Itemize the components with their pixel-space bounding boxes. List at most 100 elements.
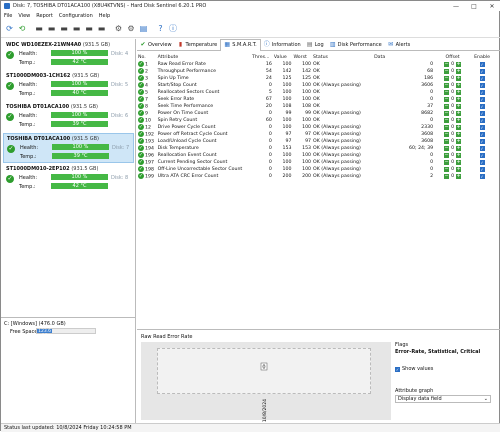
report-icon[interactable]: ▤ xyxy=(138,23,149,34)
maximize-button[interactable]: □ xyxy=(465,1,483,11)
offset-increase-button[interactable]: + xyxy=(456,139,462,144)
offset-decrease-button[interactable]: − xyxy=(444,167,450,172)
offset-increase-button[interactable]: + xyxy=(456,90,462,95)
offset-decrease-button[interactable]: − xyxy=(444,160,450,165)
menu-report[interactable]: Report xyxy=(36,13,53,19)
offset-increase-button[interactable]: + xyxy=(456,111,462,116)
offset-increase-button[interactable]: + xyxy=(456,132,462,137)
enable-checkbox[interactable]: ✓ xyxy=(479,82,485,88)
disk-icon[interactable]: ▬ xyxy=(84,23,95,34)
offset-decrease-button[interactable]: − xyxy=(444,125,450,130)
offset-increase-button[interactable]: + xyxy=(456,104,462,109)
offset-decrease-button[interactable]: − xyxy=(444,111,450,116)
enable-checkbox[interactable]: ✓ xyxy=(479,103,485,109)
menu-view[interactable]: View xyxy=(18,13,30,19)
disk-icon[interactable]: ▬ xyxy=(46,23,57,34)
offset-decrease-button[interactable]: − xyxy=(444,76,450,81)
help-icon[interactable]: ? xyxy=(155,23,166,34)
tab-temperature[interactable]: ▮ Temperature xyxy=(175,39,221,51)
disk-item[interactable]: ST1000DM003-1CH162 (931.5 GB) ✓ Health: … xyxy=(3,71,134,101)
col-offset[interactable]: Offset xyxy=(434,53,471,61)
enable-checkbox[interactable]: ✓ xyxy=(479,110,485,116)
table-row[interactable]: ✓ 4 Start/Stop Count 0 100 100 OK (Always pass… xyxy=(137,82,493,89)
tab-information[interactable]: ⓘ Information xyxy=(261,39,304,51)
col-no[interactable]: No. xyxy=(137,53,157,61)
disk-icon[interactable]: ▬ xyxy=(59,23,70,34)
menu-help[interactable]: Help xyxy=(99,13,110,19)
tab-log[interactable]: ▤ Log xyxy=(304,39,327,51)
offset-decrease-button[interactable]: − xyxy=(444,132,450,137)
offset-increase-button[interactable]: + xyxy=(456,69,462,74)
offset-decrease-button[interactable]: − xyxy=(444,139,450,144)
col-threshold[interactable]: Thres... xyxy=(251,53,273,61)
refresh-all-icon[interactable]: ⟲ xyxy=(17,23,28,34)
table-row[interactable]: ✓ 192 Power off Retract Cycle Count 0 97 97 OK… xyxy=(137,131,493,138)
table-row[interactable]: ✓ 2 Throughput Performance 54 142 142 OK 68−0 + ✓ xyxy=(137,68,493,75)
offset-increase-button[interactable]: + xyxy=(456,125,462,130)
offset-increase-button[interactable]: + xyxy=(456,146,462,151)
menu-configuration[interactable]: Configuration xyxy=(59,13,93,19)
table-row[interactable]: ✓ 199 Ultra ATA CRC Error Count 0 200 200 OK (… xyxy=(137,173,493,180)
offset-decrease-button[interactable]: − xyxy=(444,90,450,95)
enable-checkbox[interactable]: ✓ xyxy=(479,96,485,102)
checkbox-checked-icon[interactable]: ✓ xyxy=(395,366,400,372)
offset-decrease-button[interactable]: − xyxy=(444,118,450,123)
offset-decrease-button[interactable]: − xyxy=(444,69,450,74)
col-value[interactable]: Value xyxy=(273,53,293,61)
disk-item-selected[interactable]: TOSHIBA DT01ACA100 (931.5 GB) ✓ Health: … xyxy=(3,133,134,163)
offset-decrease-button[interactable]: − xyxy=(444,83,450,88)
table-row[interactable]: ✓ 198 Off-Line Uncorrectable Sector Count 0… xyxy=(137,166,493,173)
enable-checkbox[interactable]: ✓ xyxy=(479,145,485,151)
enable-checkbox[interactable]: ✓ xyxy=(479,159,485,165)
enable-checkbox[interactable]: ✓ xyxy=(479,117,485,123)
offset-decrease-button[interactable]: − xyxy=(444,104,450,109)
offset-increase-button[interactable]: + xyxy=(456,167,462,172)
col-status[interactable]: Status xyxy=(312,53,373,61)
minimize-button[interactable]: — xyxy=(447,1,465,11)
tab-overview[interactable]: ✔ Overview xyxy=(137,39,175,51)
table-row[interactable]: ✓ 5 Reallocated Sectors Count 5 100 100 OK 0−0 +… xyxy=(137,89,493,96)
table-row[interactable]: ✓ 10 Spin Retry Count 60 100 100 OK 0−0 + ✓ xyxy=(137,117,493,124)
enable-checkbox[interactable]: ✓ xyxy=(479,124,485,130)
offset-increase-button[interactable]: + xyxy=(456,174,462,179)
enable-checkbox[interactable]: ✓ xyxy=(479,61,485,67)
table-row[interactable]: ✓ 8 Seek Time Performance 20 108 108 OK 37−0 + ✓ xyxy=(137,103,493,110)
offset-decrease-button[interactable]: − xyxy=(444,146,450,151)
info-icon[interactable]: ⓘ xyxy=(168,23,179,34)
enable-checkbox[interactable]: ✓ xyxy=(479,75,485,81)
enable-checkbox[interactable]: ✓ xyxy=(479,173,485,179)
gear-icon[interactable]: ⚙ xyxy=(126,23,137,34)
offset-decrease-button[interactable]: − xyxy=(444,174,450,179)
offset-decrease-button[interactable]: − xyxy=(444,97,450,102)
col-worst[interactable]: Worst xyxy=(292,53,312,61)
enable-checkbox[interactable]: ✓ xyxy=(479,166,485,172)
table-row[interactable]: ✓ 9 Power On Time Count 0 99 99 OK (Always pas… xyxy=(137,110,493,117)
table-row[interactable]: ✓ 3 Spin Up Time 24 125 125 OK 186−0 + ✓ xyxy=(137,75,493,82)
offset-increase-button[interactable]: + xyxy=(456,83,462,88)
close-button[interactable]: ✕ xyxy=(483,1,500,11)
menu-file[interactable]: File xyxy=(4,13,12,19)
enable-checkbox[interactable]: ✓ xyxy=(479,152,485,158)
show-values-checkbox[interactable]: ✓ Show values xyxy=(395,366,433,372)
offset-increase-button[interactable]: + xyxy=(456,160,462,165)
offset-decrease-button[interactable]: − xyxy=(444,62,450,67)
disk-item[interactable]: WDC WD10EZEX-21WN4A0 (931.5 GB) ✓ Health… xyxy=(3,40,134,70)
attribute-graph-select[interactable]: Display data field ⌄ xyxy=(395,395,491,403)
disk-item[interactable]: TOSHIBA DT01ACA100 (931.5 GB) ✓ Health: … xyxy=(3,102,134,132)
table-row[interactable]: ✓ 7 Seek Error Rate 67 100 100 OK 0−0 + ✓ xyxy=(137,96,493,103)
table-row[interactable]: ✓ 197 Current Pending Sector Count 0 100 100 O… xyxy=(137,159,493,166)
table-row[interactable]: ✓ 1 Raw Read Error Rate 16 100 100 OK 0−0 + ✓ xyxy=(137,61,493,68)
tab-disk-performance[interactable]: ▥ Disk Performance xyxy=(327,39,385,51)
refresh-icon[interactable]: ⟳ xyxy=(4,23,15,34)
table-row[interactable]: ✓ 193 Load/Unload Cycle Count 0 97 97 OK (Alwa… xyxy=(137,138,493,145)
col-enable[interactable]: Enable xyxy=(471,53,493,61)
table-row[interactable]: ✓ 12 Drive Power Cycle Count 0 100 100 OK (Alw… xyxy=(137,124,493,131)
offset-increase-button[interactable]: + xyxy=(456,118,462,123)
disk-icon[interactable]: ▬ xyxy=(96,23,107,34)
enable-checkbox[interactable]: ✓ xyxy=(479,68,485,74)
disk-item[interactable]: ST1000DM010-2EP102 (931.5 GB) ✓ Health: … xyxy=(3,164,134,194)
col-attribute[interactable]: Attribute xyxy=(157,53,251,61)
enable-checkbox[interactable]: ✓ xyxy=(479,89,485,95)
offset-increase-button[interactable]: + xyxy=(456,97,462,102)
table-row[interactable]: ✓ 196 Reallocation Event Count 0 100 100 OK (A… xyxy=(137,152,493,159)
